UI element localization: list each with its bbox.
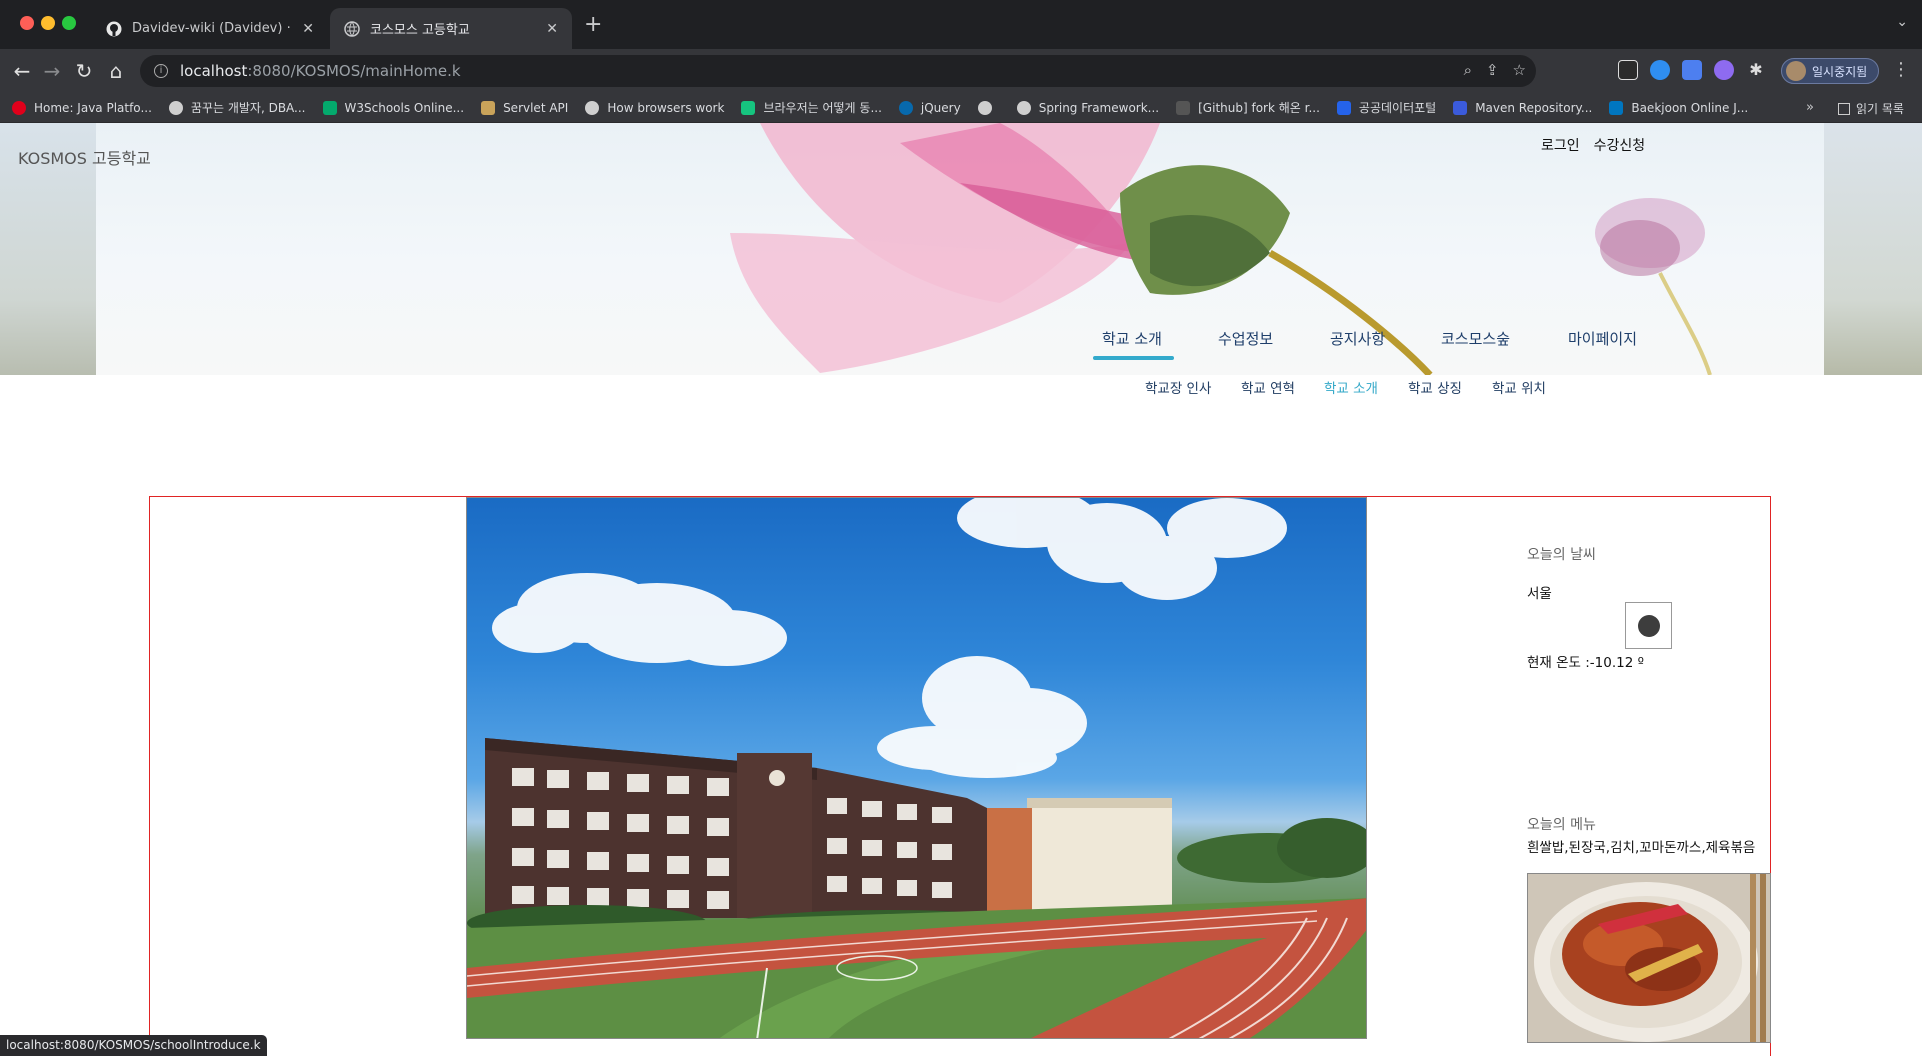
weather-title: 오늘의 날씨 (1527, 547, 1596, 563)
zoom-icon[interactable]: ⌕ (1464, 61, 1472, 79)
close-tab-icon[interactable]: ✕ (302, 21, 314, 37)
bookmark-item[interactable]: Baekjoon Online J... (1609, 100, 1748, 115)
share-icon[interactable]: ⇪ (1486, 61, 1499, 79)
tab-title: Davidev-wiki (Davidev) · GitHub (132, 21, 294, 36)
course-registration-link[interactable]: 수강신청 (1594, 135, 1646, 155)
translate-icon[interactable] (1682, 60, 1702, 80)
gear-extension-icon[interactable] (1714, 60, 1734, 80)
globe-icon (977, 100, 992, 115)
login-link[interactable]: 로그인 (1541, 135, 1580, 155)
lnb-school-history[interactable]: 학교 연혁 (1241, 377, 1295, 397)
reading-list-icon (1838, 102, 1850, 115)
more-menu-icon[interactable]: ⋮ (1892, 59, 1910, 80)
bookmark-item[interactable]: 꿈꾸는 개발자, DBA... (168, 99, 306, 116)
bookmark-item[interactable]: Spring Framework... (1016, 100, 1159, 115)
gnb-mypage[interactable]: 마이페이지 (1568, 328, 1637, 349)
gnb-notices[interactable]: 공지사항 (1330, 328, 1385, 349)
lnb-school-intro[interactable]: 학교 소개 (1324, 377, 1378, 397)
top-links: 로그인 수강신청 (1541, 135, 1645, 155)
new-tab-button[interactable]: + (584, 12, 602, 38)
tab-search-icon[interactable]: ⌄ (1896, 14, 1908, 30)
tab-kosmos[interactable]: 코스모스 고등학교 ✕ (330, 8, 572, 49)
extensions-area: ✱ (1618, 60, 1766, 80)
data-portal-icon (1336, 100, 1351, 115)
site-logo[interactable]: KOSMOS 고등학교 (18, 145, 151, 169)
bookmark-item[interactable]: 공공데이터포털 (1336, 99, 1436, 116)
browser-tab-bar: Davidev-wiki (Davidev) · GitHub ✕ 코스모스 고… (0, 0, 1922, 49)
pin-extension-icon[interactable] (1650, 60, 1670, 80)
weather-icon (1625, 602, 1672, 649)
status-bar-url: localhost:8080/KOSMOS/schoolIntroduce.k (0, 1035, 267, 1056)
tab-github[interactable]: Davidev-wiki (Davidev) · GitHub ✕ (92, 8, 328, 49)
bookmarks-bar: Home: Java Platfo... 꿈꾸는 개발자, DBA... W3S… (0, 93, 1922, 123)
oracle-icon (12, 100, 26, 115)
profile-label: 일시중지됨 (1812, 64, 1868, 79)
bookmark-item[interactable]: How browsers work (585, 100, 724, 115)
weather-city: 서울 (1527, 586, 1552, 602)
gnb-class-info[interactable]: 수업정보 (1218, 328, 1273, 349)
menu-items: 흰쌀밥,된장국,김치,꼬마돈까스,제육볶음 (1527, 840, 1756, 856)
menu-title: 오늘의 메뉴 (1527, 817, 1596, 833)
bookmark-item[interactable]: W3Schools Online... (322, 100, 464, 115)
d2-icon (741, 100, 756, 115)
github-icon (106, 21, 122, 37)
globe-icon (168, 100, 183, 115)
site-info-icon[interactable]: i (154, 64, 168, 78)
reading-list-button[interactable]: 읽기 목록 (1838, 100, 1904, 117)
bookmark-item[interactable]: jQuery (898, 100, 961, 115)
maven-icon (1453, 100, 1468, 115)
profile-button[interactable]: 일시중지됨 (1781, 58, 1879, 84)
bookmark-item[interactable]: Home: Java Platfo... (12, 100, 152, 115)
gnb-school-intro[interactable]: 학교 소개 (1102, 328, 1162, 349)
baekjoon-icon (1609, 100, 1624, 115)
active-nav-indicator (1093, 356, 1174, 360)
gnb-cosmos-forest[interactable]: 코스모스숲 (1441, 328, 1510, 349)
globe-icon (344, 20, 360, 37)
home-icon[interactable]: ⌂ (104, 59, 128, 83)
notion-icon[interactable] (1618, 60, 1638, 80)
bookmark-item[interactable]: Servlet API (481, 100, 568, 115)
more-bookmarks-icon[interactable]: » (1806, 100, 1814, 115)
browser-toolbar: ← → ↻ ⌂ i localhost:8080/KOSMOS/mainHome… (0, 49, 1922, 93)
globe-icon (1016, 100, 1031, 115)
back-arrow-icon[interactable]: ← (10, 59, 34, 83)
avatar (1786, 61, 1806, 81)
forward-arrow-icon[interactable]: → (40, 59, 64, 83)
w3schools-icon (322, 100, 337, 115)
bookmark-item[interactable]: 브라우저는 어떻게 동... (741, 99, 882, 116)
menu-food-photo (1527, 873, 1771, 1043)
address-bar[interactable]: i localhost:8080/KOSMOS/mainHome.k ⌕ ⇪ ☆ (140, 55, 1536, 87)
tistory-icon (1176, 100, 1191, 115)
servlet-icon (481, 100, 496, 115)
close-tab-icon[interactable]: ✕ (546, 21, 558, 37)
lnb-school-symbol[interactable]: 학교 상징 (1408, 377, 1462, 397)
bookmark-item[interactable] (977, 100, 1000, 115)
lnb-school-location[interactable]: 학교 위치 (1492, 377, 1546, 397)
bookmark-item[interactable]: Maven Repository... (1453, 100, 1592, 115)
jquery-icon (898, 100, 913, 115)
bookmark-item[interactable]: [Github] fork 해온 r... (1176, 99, 1320, 116)
lnb-principal-greeting[interactable]: 학교장 인사 (1145, 377, 1211, 397)
puzzle-icon[interactable]: ✱ (1746, 60, 1766, 80)
minimize-window-button[interactable] (41, 16, 55, 30)
hero-banner: KOSMOS 고등학교 로그인 수강신청 학교 소개 수업정보 공지사항 코스모… (0, 123, 1922, 375)
bookmark-star-icon[interactable]: ☆ (1513, 61, 1526, 79)
page-viewport: KOSMOS 고등학교 로그인 수강신청 학교 소개 수업정보 공지사항 코스모… (0, 123, 1922, 1056)
url-text: localhost:8080/KOSMOS/mainHome.k (180, 62, 461, 80)
reload-icon[interactable]: ↻ (72, 59, 96, 83)
school-building-photo (466, 497, 1367, 1039)
tab-title: 코스모스 고등학교 (370, 23, 470, 38)
weather-temperature: 현재 온도 :-10.12 º (1527, 655, 1644, 671)
maximize-window-button[interactable] (62, 16, 76, 30)
close-window-button[interactable] (20, 16, 34, 30)
globe-icon (585, 100, 600, 115)
